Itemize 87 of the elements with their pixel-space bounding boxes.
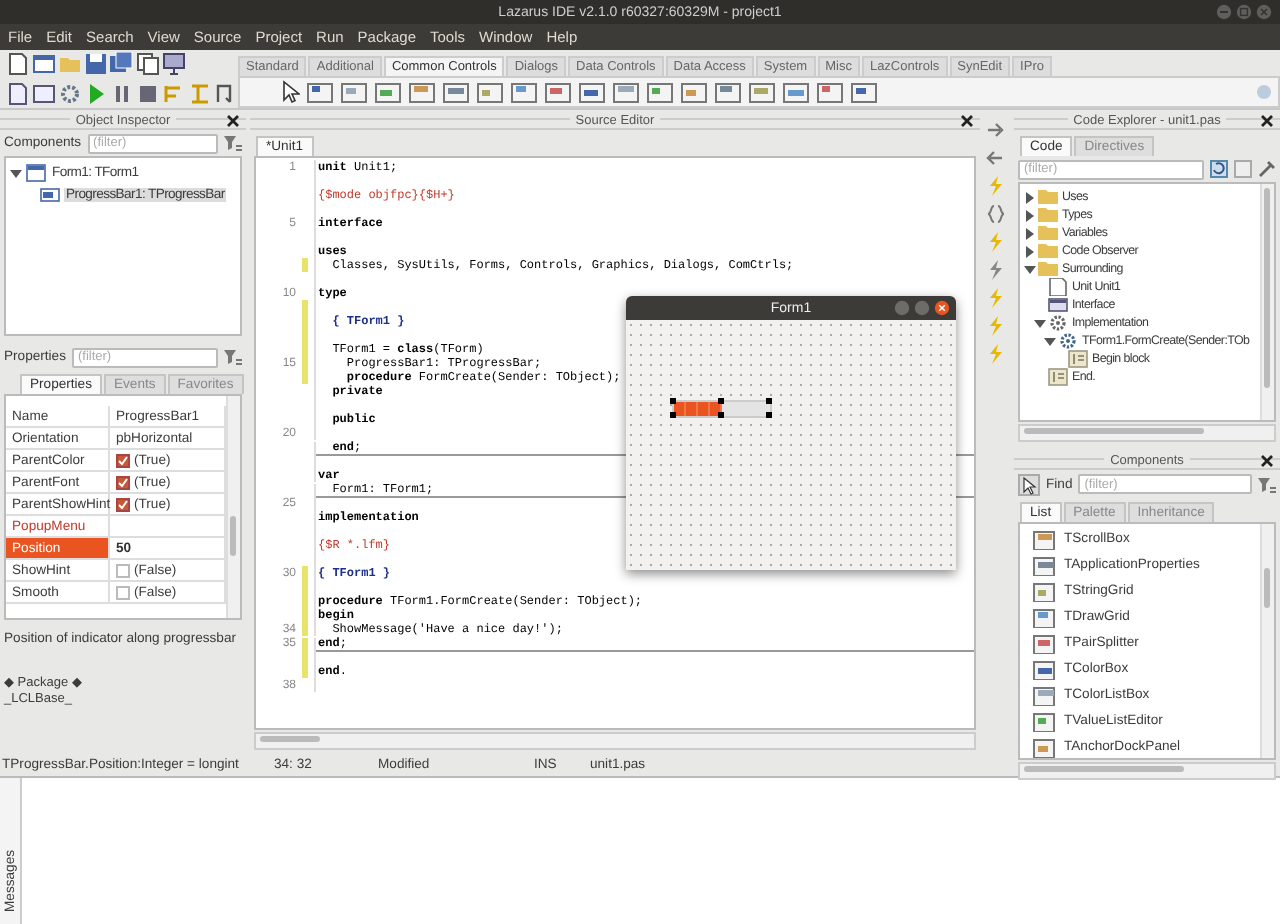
scrollbar[interactable] <box>254 732 976 750</box>
monitor-icon[interactable] <box>162 52 186 77</box>
control-icon[interactable] <box>340 79 368 105</box>
checkbox[interactable] <box>116 585 130 599</box>
selection-handle[interactable] <box>766 412 772 418</box>
selection-handle[interactable] <box>670 412 676 418</box>
minimize-icon[interactable] <box>894 300 910 316</box>
filter-icon[interactable] <box>224 348 242 366</box>
arrow-icon[interactable] <box>985 120 1005 140</box>
control-icon[interactable] <box>646 79 674 105</box>
close-icon[interactable] <box>226 113 240 127</box>
window-icon[interactable] <box>32 81 56 106</box>
arrow-icon[interactable] <box>985 148 1005 168</box>
block-icon <box>1048 368 1068 386</box>
window-icon <box>26 164 46 182</box>
scrollbar[interactable] <box>1260 184 1274 420</box>
control-icon[interactable] <box>408 79 436 105</box>
checkbox[interactable] <box>116 453 130 467</box>
control-icon[interactable] <box>782 79 810 105</box>
expand-arrow-icon[interactable] <box>1024 227 1036 239</box>
minimize-icon[interactable] <box>1216 4 1232 20</box>
control-icon[interactable] <box>680 79 708 105</box>
selection-handle[interactable] <box>718 398 724 404</box>
close-icon[interactable] <box>1260 113 1274 127</box>
block-icon <box>1068 350 1088 368</box>
play-icon[interactable] <box>84 81 108 106</box>
control-icon <box>1032 528 1056 550</box>
new-file-icon[interactable] <box>6 52 30 77</box>
control-icon[interactable] <box>748 79 776 105</box>
selection-handle[interactable] <box>766 398 772 404</box>
maximize-icon[interactable] <box>1236 4 1252 20</box>
progress-bar[interactable] <box>672 400 772 418</box>
control-icon[interactable] <box>510 79 538 105</box>
control-icon <box>1032 606 1056 628</box>
progress-bar-icon <box>40 186 60 204</box>
control-icon <box>1032 684 1056 706</box>
control-icon[interactable] <box>612 79 640 105</box>
control-icon[interactable] <box>306 79 334 105</box>
close-icon[interactable] <box>960 113 974 127</box>
control-icon[interactable] <box>578 79 606 105</box>
refresh-icon[interactable] <box>1210 160 1228 178</box>
close-icon[interactable] <box>934 300 950 316</box>
control-icon[interactable] <box>544 79 572 105</box>
control-icon[interactable] <box>476 79 504 105</box>
control-icon[interactable] <box>850 79 878 105</box>
close-icon[interactable] <box>1260 453 1274 467</box>
pointer-icon[interactable] <box>280 80 300 104</box>
control-icon[interactable] <box>816 79 844 105</box>
expand-arrow-icon[interactable] <box>1024 245 1036 257</box>
collapse-arrow-icon[interactable] <box>1034 317 1046 329</box>
copy-icon[interactable] <box>136 52 160 77</box>
control-icon <box>1032 632 1056 654</box>
filter-icon[interactable] <box>1258 475 1276 493</box>
expand-arrow-icon[interactable] <box>1024 191 1036 203</box>
control-icon[interactable] <box>714 79 742 105</box>
control-icon[interactable] <box>442 79 470 105</box>
scrollbar[interactable] <box>1260 524 1274 758</box>
control-icon <box>1032 710 1056 732</box>
selection-handle[interactable] <box>670 398 676 404</box>
page-icon[interactable] <box>6 81 30 106</box>
gear-icon[interactable] <box>58 81 82 106</box>
control-icon[interactable] <box>374 79 402 105</box>
tools-icon[interactable] <box>1258 160 1276 178</box>
expand-arrow-icon[interactable] <box>1024 209 1036 221</box>
scrollbar[interactable] <box>1018 762 1276 780</box>
window-icon <box>1048 296 1068 314</box>
checkbox[interactable] <box>116 563 130 577</box>
control-icon <box>1032 554 1056 576</box>
control-icon <box>1032 580 1056 602</box>
save-icon[interactable] <box>84 52 108 77</box>
checkbox[interactable] <box>116 475 130 489</box>
pause-icon[interactable] <box>110 81 134 106</box>
collapse-arrow-icon[interactable] <box>1024 263 1036 275</box>
page-icon <box>1048 278 1068 296</box>
scrollbar[interactable] <box>226 396 240 618</box>
filter-icon[interactable] <box>224 134 242 152</box>
control-icon <box>1032 658 1056 680</box>
scrollbar[interactable] <box>1018 424 1276 442</box>
collapse-arrow-icon[interactable] <box>10 167 22 179</box>
collapse-arrow-icon[interactable] <box>1044 335 1056 347</box>
brace-icon[interactable] <box>985 204 1005 224</box>
selection-handle[interactable] <box>718 412 724 418</box>
new-window-icon[interactable] <box>32 52 56 77</box>
checkbox[interactable] <box>116 497 130 511</box>
pointer-icon[interactable] <box>1018 473 1040 495</box>
save-all-icon[interactable] <box>110 52 134 77</box>
stop-icon[interactable] <box>136 81 160 106</box>
